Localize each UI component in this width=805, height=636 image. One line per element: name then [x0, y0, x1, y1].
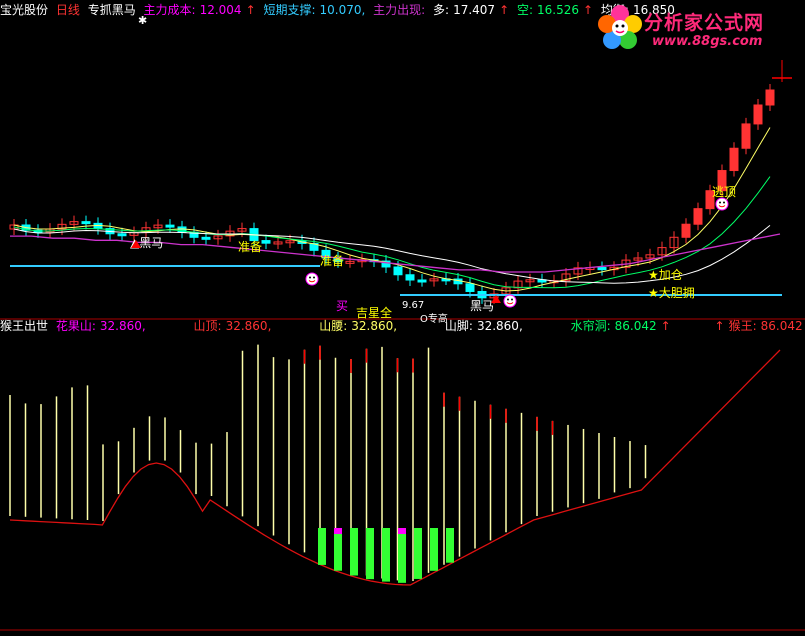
label-heima-2: 黑马: [470, 299, 494, 313]
candle-body: [753, 104, 763, 125]
green-volume-bar: [350, 528, 358, 576]
candle-body: [393, 266, 403, 276]
v6: 86.042: [760, 319, 803, 333]
label-dadanmai: ★大胆拥: [648, 286, 695, 300]
long-label: 多:: [433, 3, 450, 17]
cost-arrow: ↑: [245, 3, 256, 17]
out-label: 主力出现:: [373, 3, 426, 17]
short-arrow: ↑: [583, 3, 594, 17]
label-taoding: 逃顶: [712, 185, 736, 199]
candle-body: [165, 224, 175, 228]
flower-logo-icon: [598, 5, 642, 49]
v5-arrow: ↑: [660, 319, 671, 333]
label-mai: 买: [336, 299, 348, 313]
v4: 32.860,: [476, 319, 523, 333]
smiley-eye-icon: [313, 276, 315, 279]
candle-body: [741, 123, 751, 149]
label-price-low: 9.67: [402, 300, 424, 311]
watermark-title: 分析家公式网: [644, 12, 765, 34]
candle-body: [405, 274, 415, 281]
smiley-icon: [715, 197, 729, 211]
indicator-name: 专抓黑马: [87, 3, 136, 17]
green-volume-bar: [334, 528, 342, 571]
price-panel-header: 宝光股份 日线 专抓黑马 主力成本: 12.004 ↑ 短期支撑: 10.070, 主…: [0, 2, 679, 18]
l6: 猴王:: [728, 319, 757, 333]
smiley-eye-icon: [511, 298, 513, 301]
candle-body: [261, 240, 271, 244]
v3: 32.860,: [351, 319, 398, 333]
l4: 山脚:: [444, 319, 473, 333]
label-zhunbei-1: 准备: [238, 240, 262, 254]
support-value: 10.070,: [319, 3, 366, 17]
green-volume-bar: [318, 528, 326, 565]
indicator2-name: 猴王出世: [0, 319, 49, 333]
green-volume-bar: [398, 528, 406, 583]
v5: 86.042: [614, 319, 657, 333]
label-jiacang: ★加仓: [648, 268, 683, 282]
indicator-panel-header: 猴王出世 花果山: 32.860, 山顶: 32.860, 山腰: 32.860, 山…: [0, 318, 805, 334]
candle-body: [117, 233, 127, 237]
short-label: 空:: [516, 3, 534, 17]
l3: 山腰:: [319, 319, 348, 333]
smiley-eye-icon: [723, 201, 725, 204]
support-label: 短期支撑:: [263, 3, 316, 17]
smiley-icon: [305, 272, 319, 286]
l2: 山顶:: [193, 319, 222, 333]
candle-body: [417, 279, 427, 283]
annotation-layer: ▲黑马 准备准备买 吉星全9.67 黑马★加仓★大胆拥逃顶O专高✱: [130, 14, 792, 325]
smiley-eye-icon: [719, 201, 721, 204]
green-volume-bar: [382, 528, 390, 582]
candle-body: [597, 267, 607, 271]
candle-body: [681, 223, 691, 238]
long-arrow: ↑: [499, 3, 510, 17]
monkey-king-curve: [9, 349, 781, 586]
green-bar-tip: [398, 528, 406, 534]
green-volume-bar: [446, 528, 454, 563]
short-value: 16.526: [537, 3, 580, 17]
candle-body: [765, 89, 775, 106]
long-value: 17.407: [453, 3, 496, 17]
candle-body: [81, 221, 91, 225]
cost-value: 12.004: [199, 3, 242, 17]
candle-body: [693, 208, 703, 225]
cost-label: 主力成本:: [143, 3, 196, 17]
green-bar-tip: [334, 528, 342, 534]
indicator-panel: [9, 344, 781, 586]
smiley-icon: [503, 294, 517, 308]
l1: 花果山:: [55, 319, 96, 333]
candle-body: [201, 236, 211, 240]
v6-arrow: ↑: [714, 319, 725, 333]
watermark: 分析家公式网 www.88gs.com: [596, 4, 801, 54]
label-zhunbei-2: 准备: [320, 254, 344, 268]
watermark-url: www.88gs.com: [652, 34, 763, 49]
stock-name: 宝光股份: [0, 3, 49, 17]
green-volume-bar: [366, 528, 374, 580]
candle-body: [465, 283, 475, 292]
smiley-eye-icon: [507, 298, 509, 301]
smiley-eye-icon: [309, 276, 311, 279]
green-volume-bar: [414, 528, 422, 579]
green-volume-bar: [430, 528, 438, 571]
candle-body: [729, 147, 739, 172]
v2: 32.860,: [225, 319, 272, 333]
l5: 水帘洞:: [570, 319, 611, 333]
period[interactable]: 日线: [56, 3, 80, 17]
v1: 32.860,: [99, 319, 146, 333]
